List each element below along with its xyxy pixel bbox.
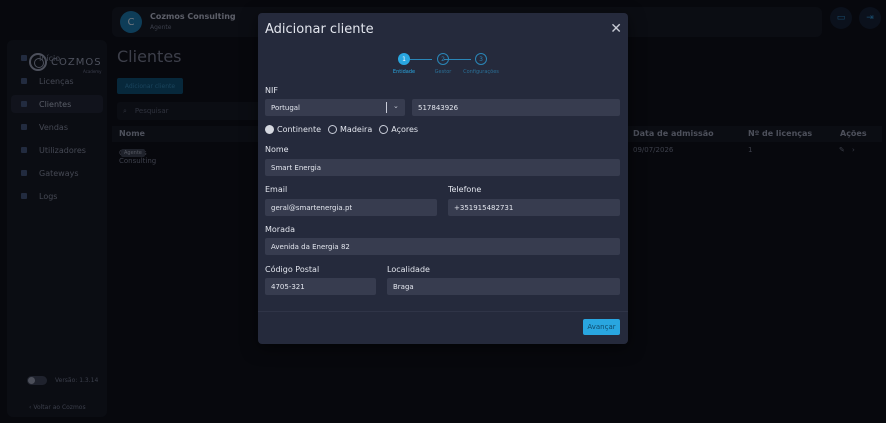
- close-icon[interactable]: ✕: [610, 21, 622, 37]
- address-label: Morada: [265, 225, 295, 234]
- name-input[interactable]: Smart Energia: [265, 159, 620, 176]
- stepper: 1 2 3 Entidade Gestor Configurações: [393, 53, 503, 79]
- radio-label: Madeira: [340, 125, 373, 134]
- email-label: Email: [265, 185, 288, 194]
- nif-label: NIF: [265, 86, 278, 95]
- step-1[interactable]: 1: [398, 53, 410, 65]
- nif-input[interactable]: 517843926: [412, 99, 620, 116]
- country-value: Portugal: [271, 103, 300, 112]
- postal-code-label: Código Postal: [265, 265, 320, 274]
- step-1-label: Entidade: [392, 69, 416, 75]
- city-field[interactable]: Braga: [387, 278, 620, 295]
- select-separator: [386, 102, 387, 113]
- country-select[interactable]: Portugal ⌄: [265, 99, 405, 116]
- name-label: Nome: [265, 145, 289, 154]
- modal-divider: [258, 311, 628, 312]
- postal-code-field[interactable]: 4705-321: [265, 278, 376, 295]
- phone-field[interactable]: +351915482731: [448, 199, 620, 216]
- chevron-down-icon: ⌄: [393, 102, 399, 110]
- address-field[interactable]: Avenida da Energia 82: [265, 238, 620, 255]
- step-3-label: Configurações: [463, 69, 499, 75]
- radio-circle-icon: [265, 125, 274, 134]
- radio-circle-icon: [328, 125, 338, 134]
- step-2[interactable]: 2: [437, 53, 449, 65]
- region-radio-group: Continente Madeira Açores: [265, 125, 418, 134]
- email-field[interactable]: geral@smartenergia.pt: [265, 199, 437, 216]
- next-button[interactable]: Avançar: [583, 319, 620, 335]
- radio-label: Continente: [277, 125, 322, 134]
- phone-label: Telefone: [448, 185, 482, 194]
- modal-title: Adicionar cliente: [265, 22, 374, 37]
- radio-circle-icon: [379, 125, 389, 134]
- radio-label: Açores: [391, 125, 419, 134]
- city-label: Localidade: [387, 265, 430, 274]
- radio-acores[interactable]: Açores: [379, 125, 418, 134]
- add-client-modal: Adicionar cliente ✕ 1 2 3 Entidade Gesto…: [258, 13, 628, 344]
- step-2-label: Gestor: [434, 69, 452, 75]
- step-3[interactable]: 3: [475, 53, 487, 65]
- radio-madeira[interactable]: Madeira: [328, 125, 372, 134]
- radio-continente[interactable]: Continente: [265, 125, 321, 134]
